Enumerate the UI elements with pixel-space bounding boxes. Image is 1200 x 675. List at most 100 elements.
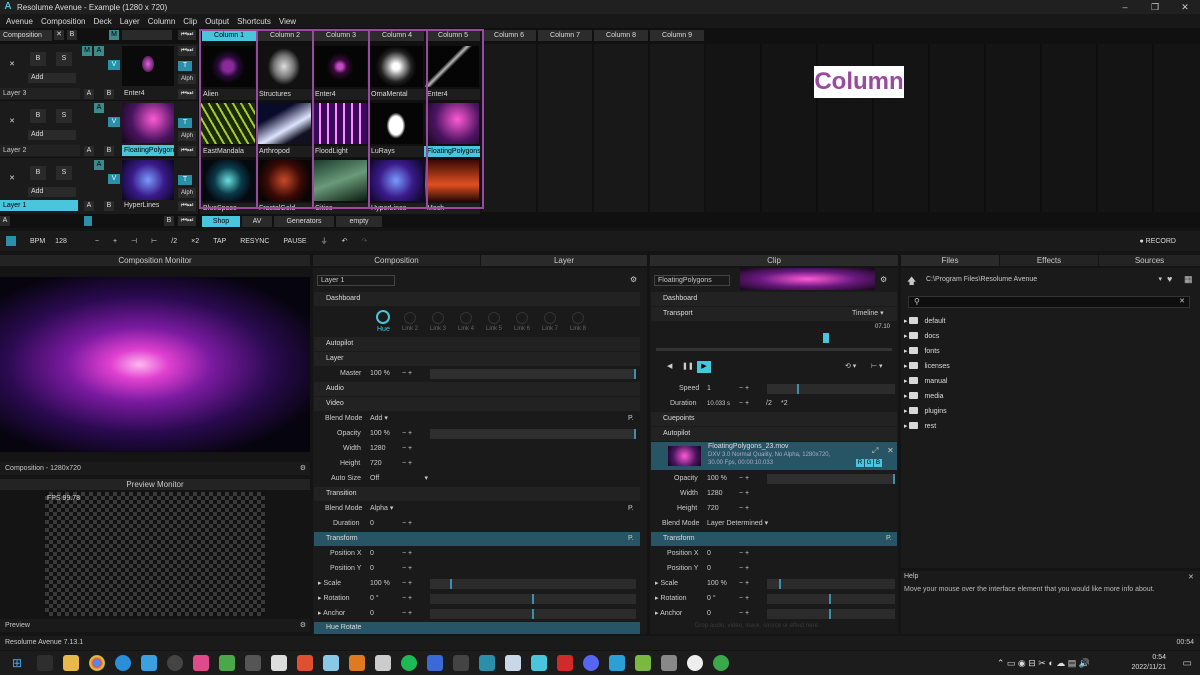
link6-dial[interactable] xyxy=(516,312,528,324)
gear-icon[interactable]: ⚙ xyxy=(300,462,306,475)
rotation-stepper[interactable]: − + xyxy=(402,592,412,606)
layer2-v-button[interactable]: V xyxy=(108,117,120,127)
link8-dial[interactable] xyxy=(572,312,584,324)
column-header-8[interactable]: Column 8 xyxy=(594,30,648,41)
folder-item[interactable]: ▸ rest xyxy=(904,420,936,434)
folder-item[interactable]: ▸ default xyxy=(904,315,946,329)
comp-transport-button[interactable]: ⏮⏭ xyxy=(178,30,196,40)
duration-value[interactable]: 10.033 s xyxy=(707,397,730,411)
layer3-alpha-button[interactable]: Alph xyxy=(178,74,196,84)
music-icon[interactable] xyxy=(375,655,392,671)
grid-view-icon[interactable]: ▦ xyxy=(1184,274,1193,285)
composition-label[interactable]: Composition xyxy=(0,30,52,41)
folder-item[interactable]: ▸ docs xyxy=(904,330,939,344)
heart-icon[interactable]: ♥ xyxy=(1167,274,1172,284)
transition-section[interactable]: Transition xyxy=(314,487,640,501)
layer3-add-select[interactable]: Add xyxy=(28,73,76,83)
position-x-stepper[interactable]: − + xyxy=(402,547,412,561)
menu-avenue[interactable]: Avenue xyxy=(6,17,33,26)
comp-b-button[interactable]: B xyxy=(67,30,77,40)
calendar-app-icon[interactable] xyxy=(297,655,314,671)
hue-dial[interactable] xyxy=(376,310,390,324)
layer2-a-tag[interactable]: A xyxy=(94,103,104,113)
app-icon-2[interactable] xyxy=(167,655,184,671)
spotify-icon[interactable] xyxy=(401,655,418,671)
app-icon-8[interactable] xyxy=(609,655,626,671)
layer1-transport[interactable]: ⏮⏭ xyxy=(178,201,196,211)
bpm-double-button[interactable]: ×2 xyxy=(191,238,199,245)
clip-scale-stepper[interactable]: − + xyxy=(739,577,749,591)
clip-rotation-stepper[interactable]: − + xyxy=(739,592,749,606)
clip-anchor-stepper[interactable]: − + xyxy=(739,607,749,621)
layer3-t-button[interactable]: T xyxy=(178,61,192,71)
layer1-v-button[interactable]: V xyxy=(108,174,120,184)
menu-column[interactable]: Column xyxy=(148,17,176,26)
clip-opacity-value[interactable]: 100 % xyxy=(707,472,727,486)
layer1-a-tag[interactable]: A xyxy=(94,160,104,170)
master-minus[interactable]: − + xyxy=(402,367,412,381)
deck-tab-av[interactable]: AV xyxy=(242,216,272,227)
clip-position-y-stepper[interactable]: − + xyxy=(739,562,749,576)
green-toggle[interactable]: G xyxy=(865,459,873,467)
clip-dashboard-section[interactable]: Dashboard xyxy=(651,292,897,306)
tab-composition[interactable]: Composition xyxy=(313,255,480,266)
layer3-solo-button[interactable]: S xyxy=(56,52,72,66)
layer2-transport[interactable]: ⏮⏭ xyxy=(178,146,196,156)
clip-scale-value[interactable]: 100 % xyxy=(707,577,727,591)
deck-a-button[interactable]: A xyxy=(0,216,10,226)
layer2-b-button[interactable]: B xyxy=(104,146,114,156)
blue-toggle[interactable]: B xyxy=(874,459,882,467)
bpm-half-button[interactable]: /2 xyxy=(171,238,177,245)
tab-effects[interactable]: Effects xyxy=(1000,255,1098,266)
position-y-value[interactable]: 0 xyxy=(370,562,374,576)
app-icon-9[interactable] xyxy=(635,655,652,671)
loop-mode-icon[interactable]: ⟲ ▾ xyxy=(845,360,856,374)
file-explorer-icon[interactable] xyxy=(63,655,80,671)
layer2-name[interactable]: Layer 2 xyxy=(0,145,80,156)
comp-close-button[interactable]: ✕ xyxy=(54,30,64,40)
minimize-icon[interactable]: – xyxy=(1110,0,1140,14)
deck-scroll[interactable] xyxy=(84,216,92,226)
anchor-value[interactable]: 0 xyxy=(370,607,374,621)
clip-name-field[interactable]: FloatingPolygons xyxy=(654,275,730,286)
layer2-solo-button[interactable]: S xyxy=(56,109,72,123)
cuepoints-section[interactable]: Cuepoints xyxy=(651,412,897,426)
app-icon-11[interactable] xyxy=(687,655,704,671)
param-button[interactable]: P. xyxy=(628,412,634,426)
edge-icon[interactable] xyxy=(115,655,132,671)
clip-position-x-value[interactable]: 0 xyxy=(707,547,711,561)
height-stepper[interactable]: − + xyxy=(402,457,412,471)
audio-section[interactable]: Audio xyxy=(314,382,640,396)
layer3-transport[interactable]: ⏮⏭ xyxy=(178,46,196,56)
param-button[interactable]: P. xyxy=(886,532,892,546)
layer1-b-button[interactable]: B xyxy=(104,201,114,211)
menu-composition[interactable]: Composition xyxy=(41,17,85,26)
transition-blend-select[interactable]: Alpha ▾ xyxy=(370,502,393,516)
layer1-name[interactable]: Layer 1 xyxy=(0,200,78,211)
app-icon-1[interactable] xyxy=(141,655,158,671)
folder-item[interactable]: ▸ manual xyxy=(904,375,947,389)
gear-icon[interactable]: ⚙ xyxy=(300,619,306,632)
clip-anchor-slider[interactable] xyxy=(767,609,895,619)
nudge-right-icon[interactable]: ⊢ xyxy=(151,237,157,245)
clip-position-y-value[interactable]: 0 xyxy=(707,562,711,576)
folder-item[interactable]: ▸ licenses xyxy=(904,360,950,374)
menu-clip[interactable]: Clip xyxy=(183,17,197,26)
opacity-slider[interactable] xyxy=(430,429,636,439)
back-icon[interactable] xyxy=(453,655,470,671)
app-icon-4[interactable] xyxy=(245,655,262,671)
clip-scale-slider[interactable] xyxy=(767,579,895,589)
layer2-a-button[interactable]: A xyxy=(84,146,94,156)
width-value[interactable]: 1280 xyxy=(370,442,386,456)
master-slider[interactable] xyxy=(430,369,636,379)
tempo-sync-icon[interactable] xyxy=(6,236,16,246)
terminal-icon[interactable] xyxy=(479,655,496,671)
link4-dial[interactable] xyxy=(460,312,472,324)
layer1-t-button[interactable]: T xyxy=(178,175,192,185)
app-icon-5[interactable] xyxy=(427,655,444,671)
resolume-icon[interactable] xyxy=(531,655,548,671)
pause-icon[interactable]: ❚❚ xyxy=(682,360,694,374)
folder-item[interactable]: ▸ fonts xyxy=(904,345,940,359)
layer3-a-button[interactable]: A xyxy=(84,89,94,99)
notification-icon[interactable]: ▭ xyxy=(1183,658,1192,669)
